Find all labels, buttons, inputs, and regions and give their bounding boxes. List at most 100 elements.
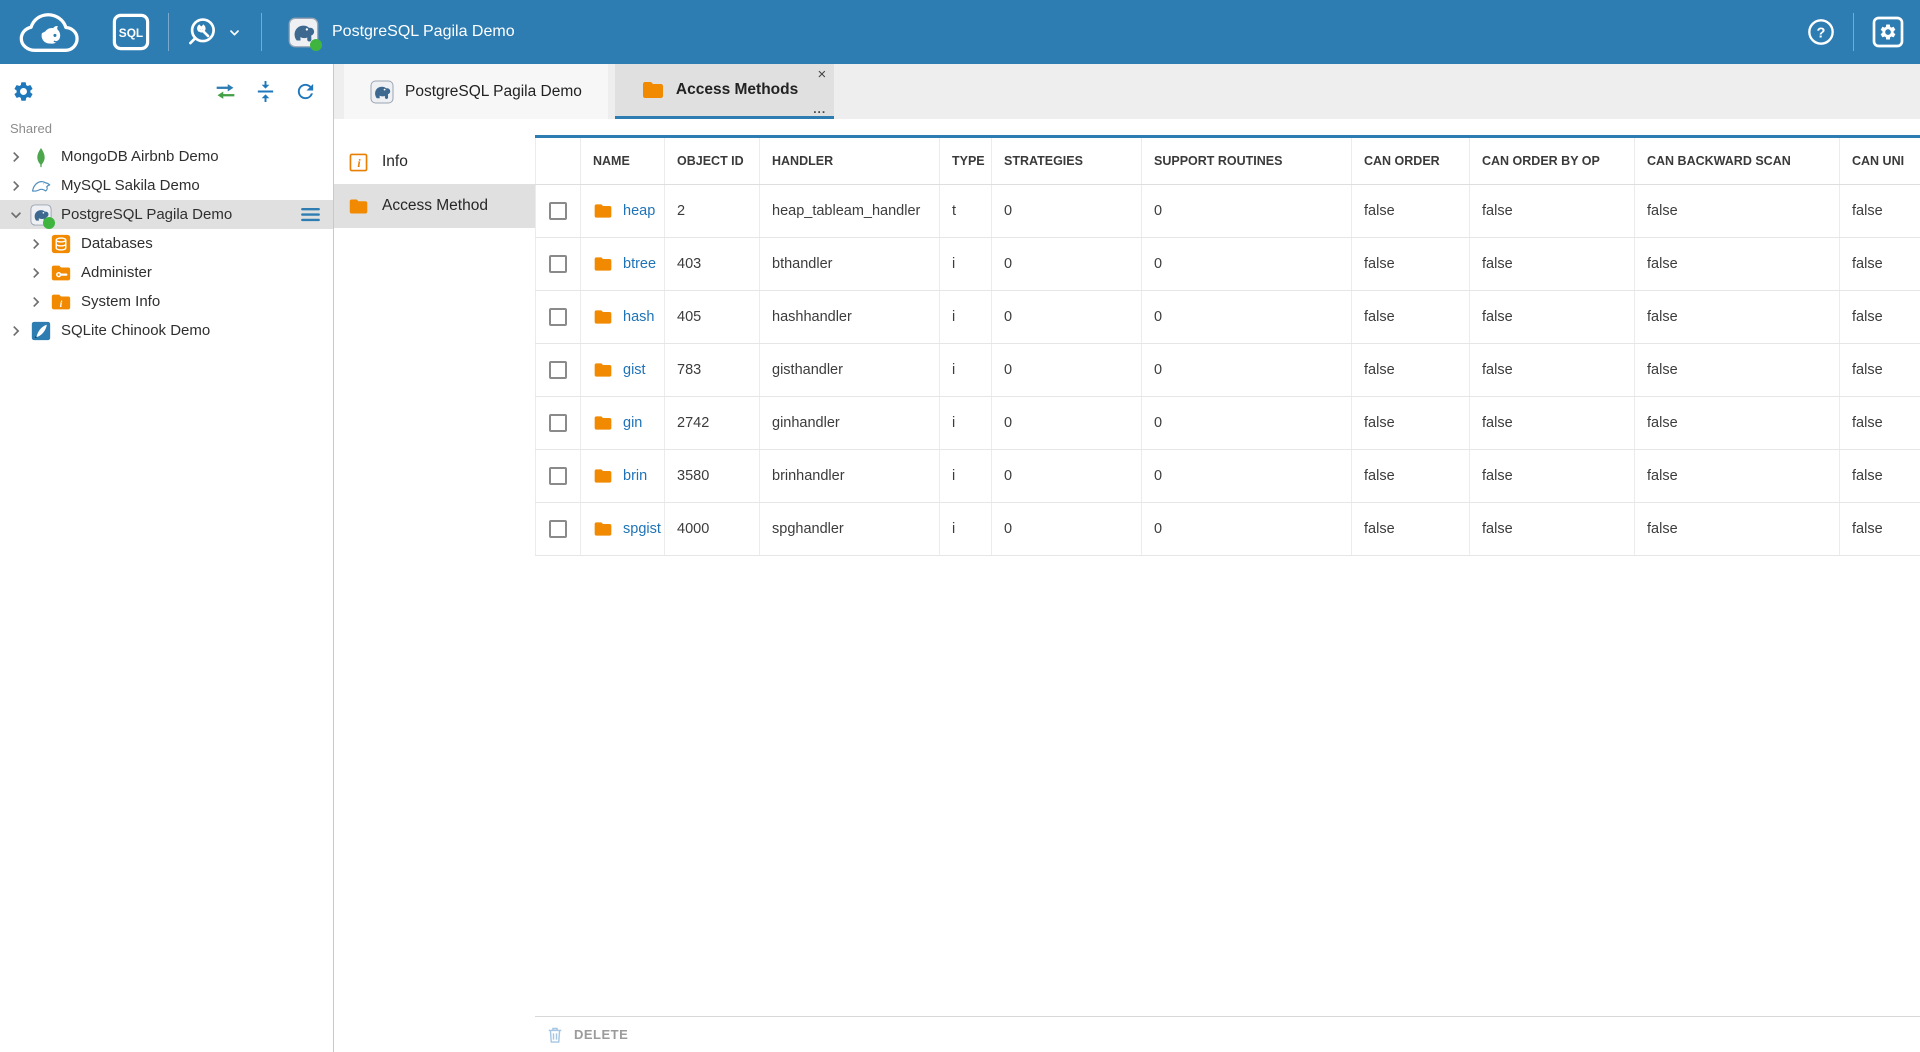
access-method-link[interactable]: gin <box>623 415 642 431</box>
sidebar-toolbar <box>0 64 333 119</box>
cell-type: i <box>940 343 992 396</box>
subnav-item-label: Info <box>382 153 408 171</box>
access-method-link[interactable]: brin <box>623 468 647 484</box>
subnav-item-access-method[interactable]: Access Method <box>334 184 535 228</box>
cell-strategies: 0 <box>992 396 1142 449</box>
cell-can-uni: false <box>1840 290 1920 343</box>
new-query-sql-button[interactable]: SQL <box>112 13 150 51</box>
topbar-separator <box>168 13 169 51</box>
topbar-connection-tab[interactable]: PostgreSQL Pagila Demo <box>280 0 523 64</box>
sidebar-item-databases[interactable]: Databases <box>0 229 333 258</box>
chevron-right-icon[interactable] <box>6 176 26 196</box>
delete-button[interactable]: DELETE <box>545 1025 628 1045</box>
column-header-type[interactable]: TYPE <box>940 138 992 184</box>
sidebar-item-label: Databases <box>81 235 153 252</box>
cell-support-routines: 0 <box>1142 343 1352 396</box>
column-header-can-order[interactable]: CAN ORDER <box>1352 138 1470 184</box>
chevron-right-icon[interactable] <box>26 292 46 312</box>
cell-name: btree <box>581 237 665 290</box>
cell-object-id: 2 <box>665 184 760 237</box>
access-method-link[interactable]: heap <box>623 203 655 219</box>
refresh-icon[interactable] <box>294 80 317 103</box>
collapse-all-icon[interactable] <box>254 80 277 103</box>
chevron-down-icon[interactable] <box>6 205 26 225</box>
sidebar-item-mongodb-airbnb-demo[interactable]: MongoDB Airbnb Demo <box>0 142 333 171</box>
sidebar-item-label: MySQL Sakila Demo <box>61 177 200 194</box>
cell-support-routines: 0 <box>1142 449 1352 502</box>
sidebar-item-administer[interactable]: Administer <box>0 258 333 287</box>
tab-close-icon[interactable]: × <box>817 67 826 82</box>
footer-toolbar: DELETE <box>535 1016 1920 1052</box>
cell-type: i <box>940 237 992 290</box>
column-header-can-order-by-op[interactable]: CAN ORDER BY OP <box>1470 138 1635 184</box>
row-checkbox[interactable] <box>549 202 567 220</box>
chevron-right-icon[interactable] <box>6 147 26 167</box>
column-header-support-routines[interactable]: SUPPORT ROUTINES <box>1142 138 1352 184</box>
mysql-icon <box>30 175 52 197</box>
chevron-right-icon[interactable] <box>26 263 46 283</box>
checkbox-cell <box>536 396 581 449</box>
folder-icon <box>593 519 613 539</box>
cell-support-routines: 0 <box>1142 290 1352 343</box>
help-button[interactable]: ? <box>1807 18 1835 46</box>
cell-can-uni: false <box>1840 237 1920 290</box>
sidebar-item-label: PostgreSQL Pagila Demo <box>61 206 232 223</box>
swap-arrows-icon[interactable] <box>214 80 237 103</box>
tab-postgresql-pagila-demo[interactable]: PostgreSQL Pagila Demo <box>344 64 608 119</box>
tab-access-methods[interactable]: Access Methods×... <box>615 64 834 119</box>
app-logo-cloud-dog-icon[interactable] <box>16 8 92 58</box>
checkbox-cell <box>536 290 581 343</box>
column-header-strategies[interactable]: STRATEGIES <box>992 138 1142 184</box>
sidebar-item-postgresql-pagila-demo[interactable]: PostgreSQL Pagila Demo <box>0 200 333 229</box>
search-tools-icon <box>187 15 221 49</box>
column-header-can-backward-scan[interactable]: CAN BACKWARD SCAN <box>1635 138 1840 184</box>
connection-tree: MongoDB Airbnb Demo MySQL Sakila Demo Post… <box>0 142 333 345</box>
object-subnav: iInfoAccess Method <box>334 119 535 1052</box>
tab-overflow-icon[interactable]: ... <box>813 102 826 116</box>
name-cell: gist <box>593 344 660 396</box>
access-method-link[interactable]: btree <box>623 256 656 272</box>
access-method-link[interactable]: gist <box>623 362 646 378</box>
column-header-can-uni[interactable]: CAN UNI <box>1840 138 1920 184</box>
access-method-link[interactable]: spgist <box>623 521 661 537</box>
cell-can-order-by-op: false <box>1470 343 1635 396</box>
settings-button[interactable] <box>1872 16 1904 48</box>
folder-icon <box>593 466 613 486</box>
sidebar-item-sqlite-chinook-demo[interactable]: SQLite Chinook Demo <box>0 316 333 345</box>
chevron-right-icon[interactable] <box>26 234 46 254</box>
row-checkbox[interactable] <box>549 308 567 326</box>
folder-icon <box>593 307 613 327</box>
folder-icon <box>593 201 613 221</box>
sidebar-item-system-info[interactable]: iSystem Info <box>0 287 333 316</box>
connections-gear-icon[interactable] <box>12 80 35 103</box>
cell-support-routines: 0 <box>1142 502 1352 555</box>
name-cell: brin <box>593 450 660 502</box>
column-header-name[interactable]: NAME <box>581 138 665 184</box>
cell-can-uni: false <box>1840 343 1920 396</box>
tools-menu-button[interactable] <box>187 15 243 49</box>
column-header-handler[interactable]: HANDLER <box>760 138 940 184</box>
postgresql-icon <box>288 17 319 48</box>
subnav-item-info[interactable]: iInfo <box>334 140 535 184</box>
cell-type: i <box>940 449 992 502</box>
cell-handler: heap_tableam_handler <box>760 184 940 237</box>
menu-icon[interactable] <box>298 202 323 227</box>
cell-can-backward-scan: false <box>1635 184 1840 237</box>
chevron-right-icon[interactable] <box>6 321 26 341</box>
cell-name: heap <box>581 184 665 237</box>
access-methods-table: NAMEOBJECT IDHANDLERTYPESTRATEGIESSUPPOR… <box>535 138 1920 556</box>
cell-object-id: 3580 <box>665 449 760 502</box>
row-checkbox[interactable] <box>549 255 567 273</box>
row-checkbox[interactable] <box>549 467 567 485</box>
row-checkbox[interactable] <box>549 361 567 379</box>
column-header-object-id[interactable]: OBJECT ID <box>665 138 760 184</box>
row-checkbox[interactable] <box>549 414 567 432</box>
checkbox-cell <box>536 449 581 502</box>
row-checkbox[interactable] <box>549 520 567 538</box>
cell-can-order-by-op: false <box>1470 502 1635 555</box>
sidebar-item-label: System Info <box>81 293 160 310</box>
sidebar-item-mysql-sakila-demo[interactable]: MySQL Sakila Demo <box>0 171 333 200</box>
access-method-link[interactable]: hash <box>623 309 654 325</box>
cell-can-backward-scan: false <box>1635 343 1840 396</box>
folder-icon <box>593 254 613 274</box>
